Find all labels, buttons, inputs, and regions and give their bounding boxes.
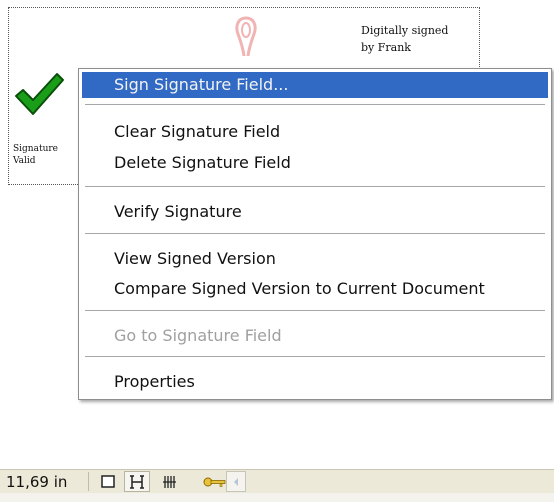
signature-status-line: Signature — [13, 144, 59, 154]
status-bar: 11,69 in — [0, 469, 554, 493]
menu-item-go-to-signature-field: Go to Signature Field — [114, 326, 282, 345]
menu-item-view-signed-version[interactable]: View Signed Version — [82, 246, 548, 272]
continuous-facing-icon[interactable] — [156, 471, 182, 492]
valid-checkmark-icon — [15, 73, 64, 115]
menu-separator — [85, 356, 545, 357]
signature-details-text: Digitally signed by Frank — [361, 22, 448, 56]
continuous-page-icon[interactable] — [124, 471, 150, 492]
menu-separator — [85, 310, 545, 311]
single-page-icon[interactable] — [95, 471, 121, 492]
signature-status-label: Signature Valid — [13, 143, 73, 167]
signature-details-line: Digitally signed — [361, 24, 449, 37]
status-bar-divider — [88, 472, 89, 491]
signature-context-menu: Sign Signature Field... Clear Signature … — [78, 68, 552, 400]
menu-item-sign-signature-field[interactable]: Sign Signature Field... — [82, 72, 548, 98]
menu-item-properties[interactable]: Properties — [82, 369, 548, 395]
menu-separator — [85, 104, 545, 105]
menu-item-verify-signature[interactable]: Verify Signature — [82, 199, 548, 225]
status-bar-bottom-edge — [0, 493, 554, 502]
menu-separator — [85, 233, 545, 234]
signature-watermark-icon — [235, 16, 257, 57]
key-icon[interactable] — [202, 471, 228, 492]
signature-status-line: Valid — [13, 156, 36, 166]
scroll-left-arrow-icon[interactable] — [226, 471, 246, 492]
menu-separator — [85, 186, 545, 187]
page-size-readout: 11,69 in — [6, 473, 68, 491]
signature-details-line: by Frank — [361, 41, 411, 54]
menu-item-clear-signature-field[interactable]: Clear Signature Field — [82, 119, 548, 145]
menu-item-delete-signature-field[interactable]: Delete Signature Field — [82, 150, 548, 176]
menu-item-compare-signed-version[interactable]: Compare Signed Version to Current Docume… — [82, 276, 548, 302]
